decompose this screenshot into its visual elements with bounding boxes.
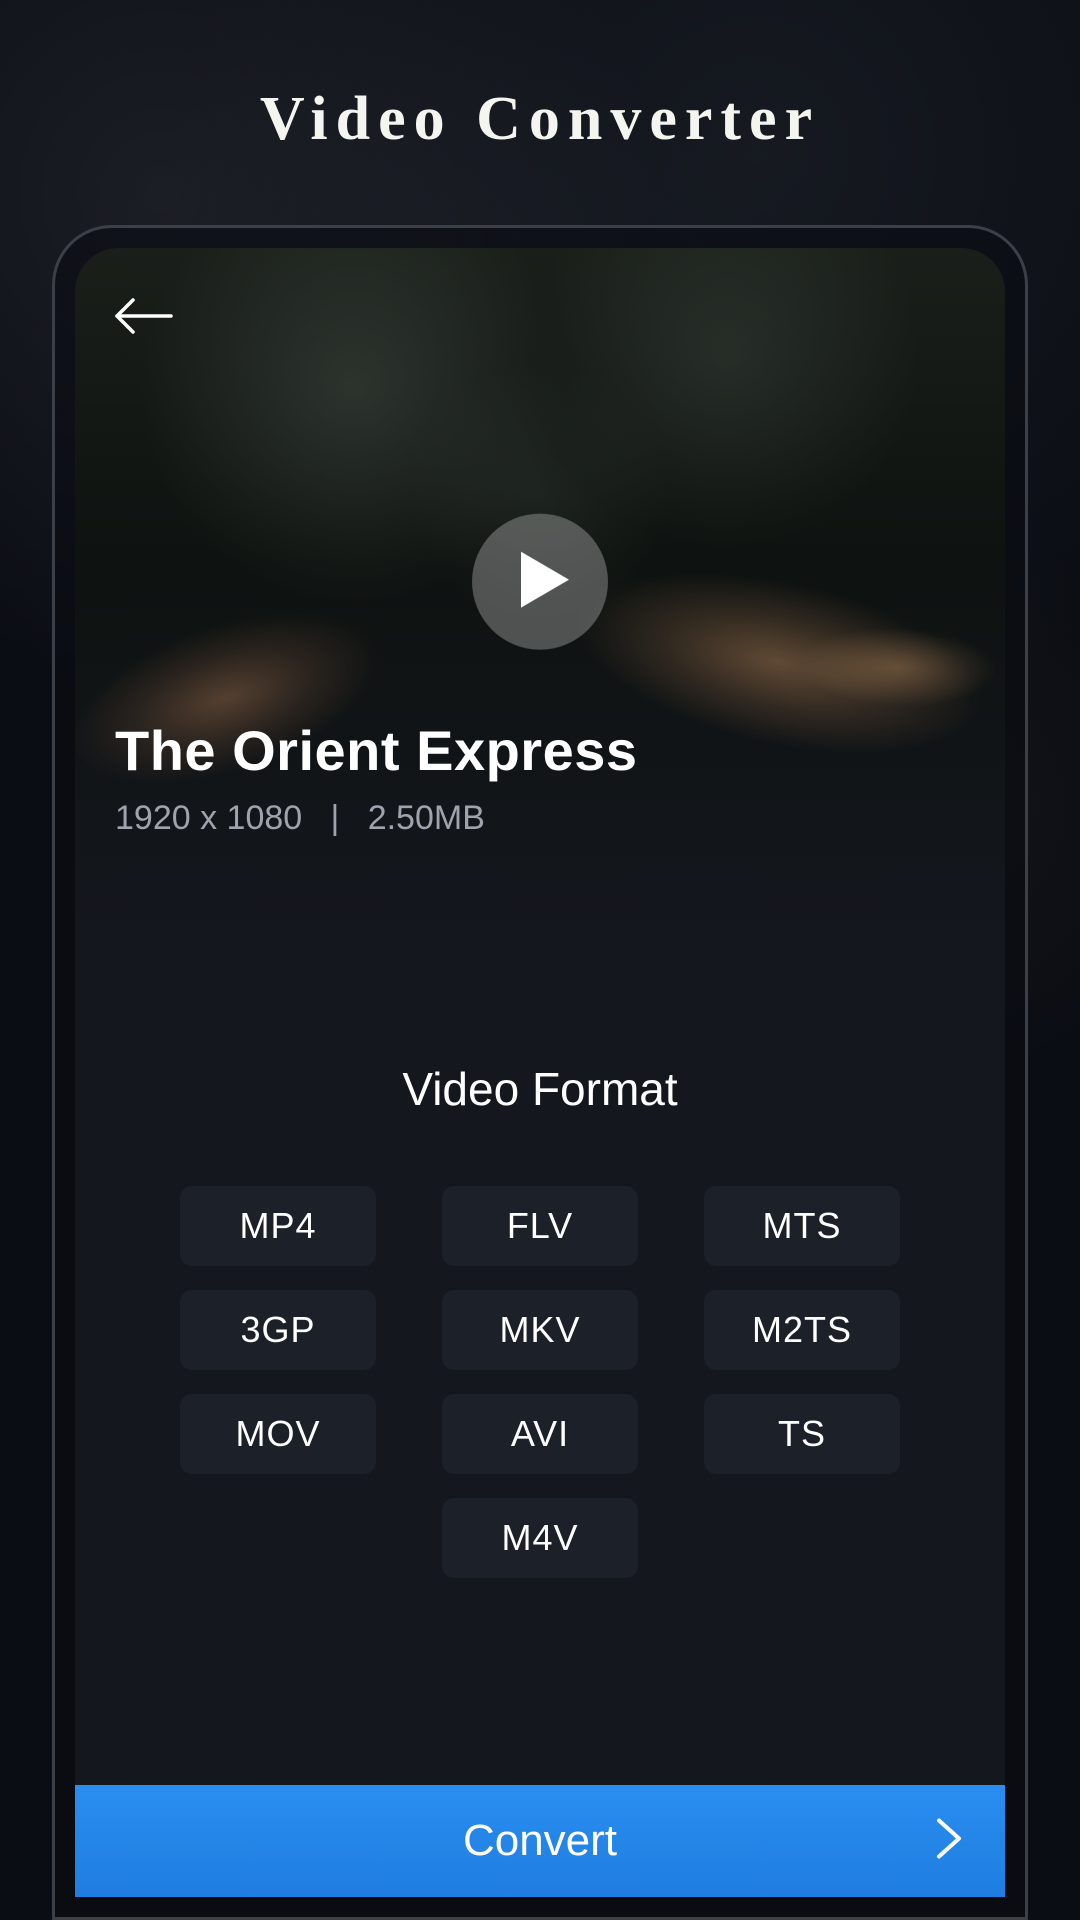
format-option-mov[interactable]: MOV bbox=[180, 1394, 376, 1474]
play-button[interactable] bbox=[472, 514, 608, 650]
format-option-ts[interactable]: TS bbox=[704, 1394, 900, 1474]
format-option-avi[interactable]: AVI bbox=[442, 1394, 638, 1474]
video-subtitle: 1920 x 1080 | 2.50MB bbox=[115, 799, 965, 838]
format-option-m2ts[interactable]: M2TS bbox=[704, 1290, 900, 1370]
chevron-right-icon bbox=[935, 1817, 963, 1866]
format-option-mkv[interactable]: MKV bbox=[442, 1290, 638, 1370]
app-screen: The Orient Express 1920 x 1080 | 2.50MB … bbox=[75, 248, 1005, 1897]
section-title-format: Video Format bbox=[75, 1062, 1005, 1116]
format-grid: MP4 FLV MTS 3GP MKV M2TS MOV AVI TS M4V bbox=[75, 1186, 1005, 1578]
back-button[interactable] bbox=[111, 288, 191, 348]
convert-button[interactable]: Convert bbox=[75, 1785, 1005, 1897]
format-option-mts[interactable]: MTS bbox=[704, 1186, 900, 1266]
app-title: Video Converter bbox=[0, 84, 1080, 155]
convert-label: Convert bbox=[463, 1816, 617, 1866]
format-option-3gp[interactable]: 3GP bbox=[180, 1290, 376, 1370]
spacer bbox=[75, 1578, 1005, 1785]
video-preview: The Orient Express 1920 x 1080 | 2.50MB bbox=[75, 248, 1005, 948]
arrow-left-icon bbox=[111, 296, 175, 341]
video-size: 2.50MB bbox=[368, 799, 485, 837]
format-option-flv[interactable]: FLV bbox=[442, 1186, 638, 1266]
phone-frame: The Orient Express 1920 x 1080 | 2.50MB … bbox=[52, 225, 1028, 1920]
meta-separator: | bbox=[331, 799, 340, 837]
video-resolution: 1920 x 1080 bbox=[115, 799, 302, 837]
video-meta: The Orient Express 1920 x 1080 | 2.50MB bbox=[115, 718, 965, 838]
format-option-mp4[interactable]: MP4 bbox=[180, 1186, 376, 1266]
video-title: The Orient Express bbox=[115, 718, 965, 783]
play-icon bbox=[509, 549, 571, 614]
format-option-m4v[interactable]: M4V bbox=[442, 1498, 638, 1578]
